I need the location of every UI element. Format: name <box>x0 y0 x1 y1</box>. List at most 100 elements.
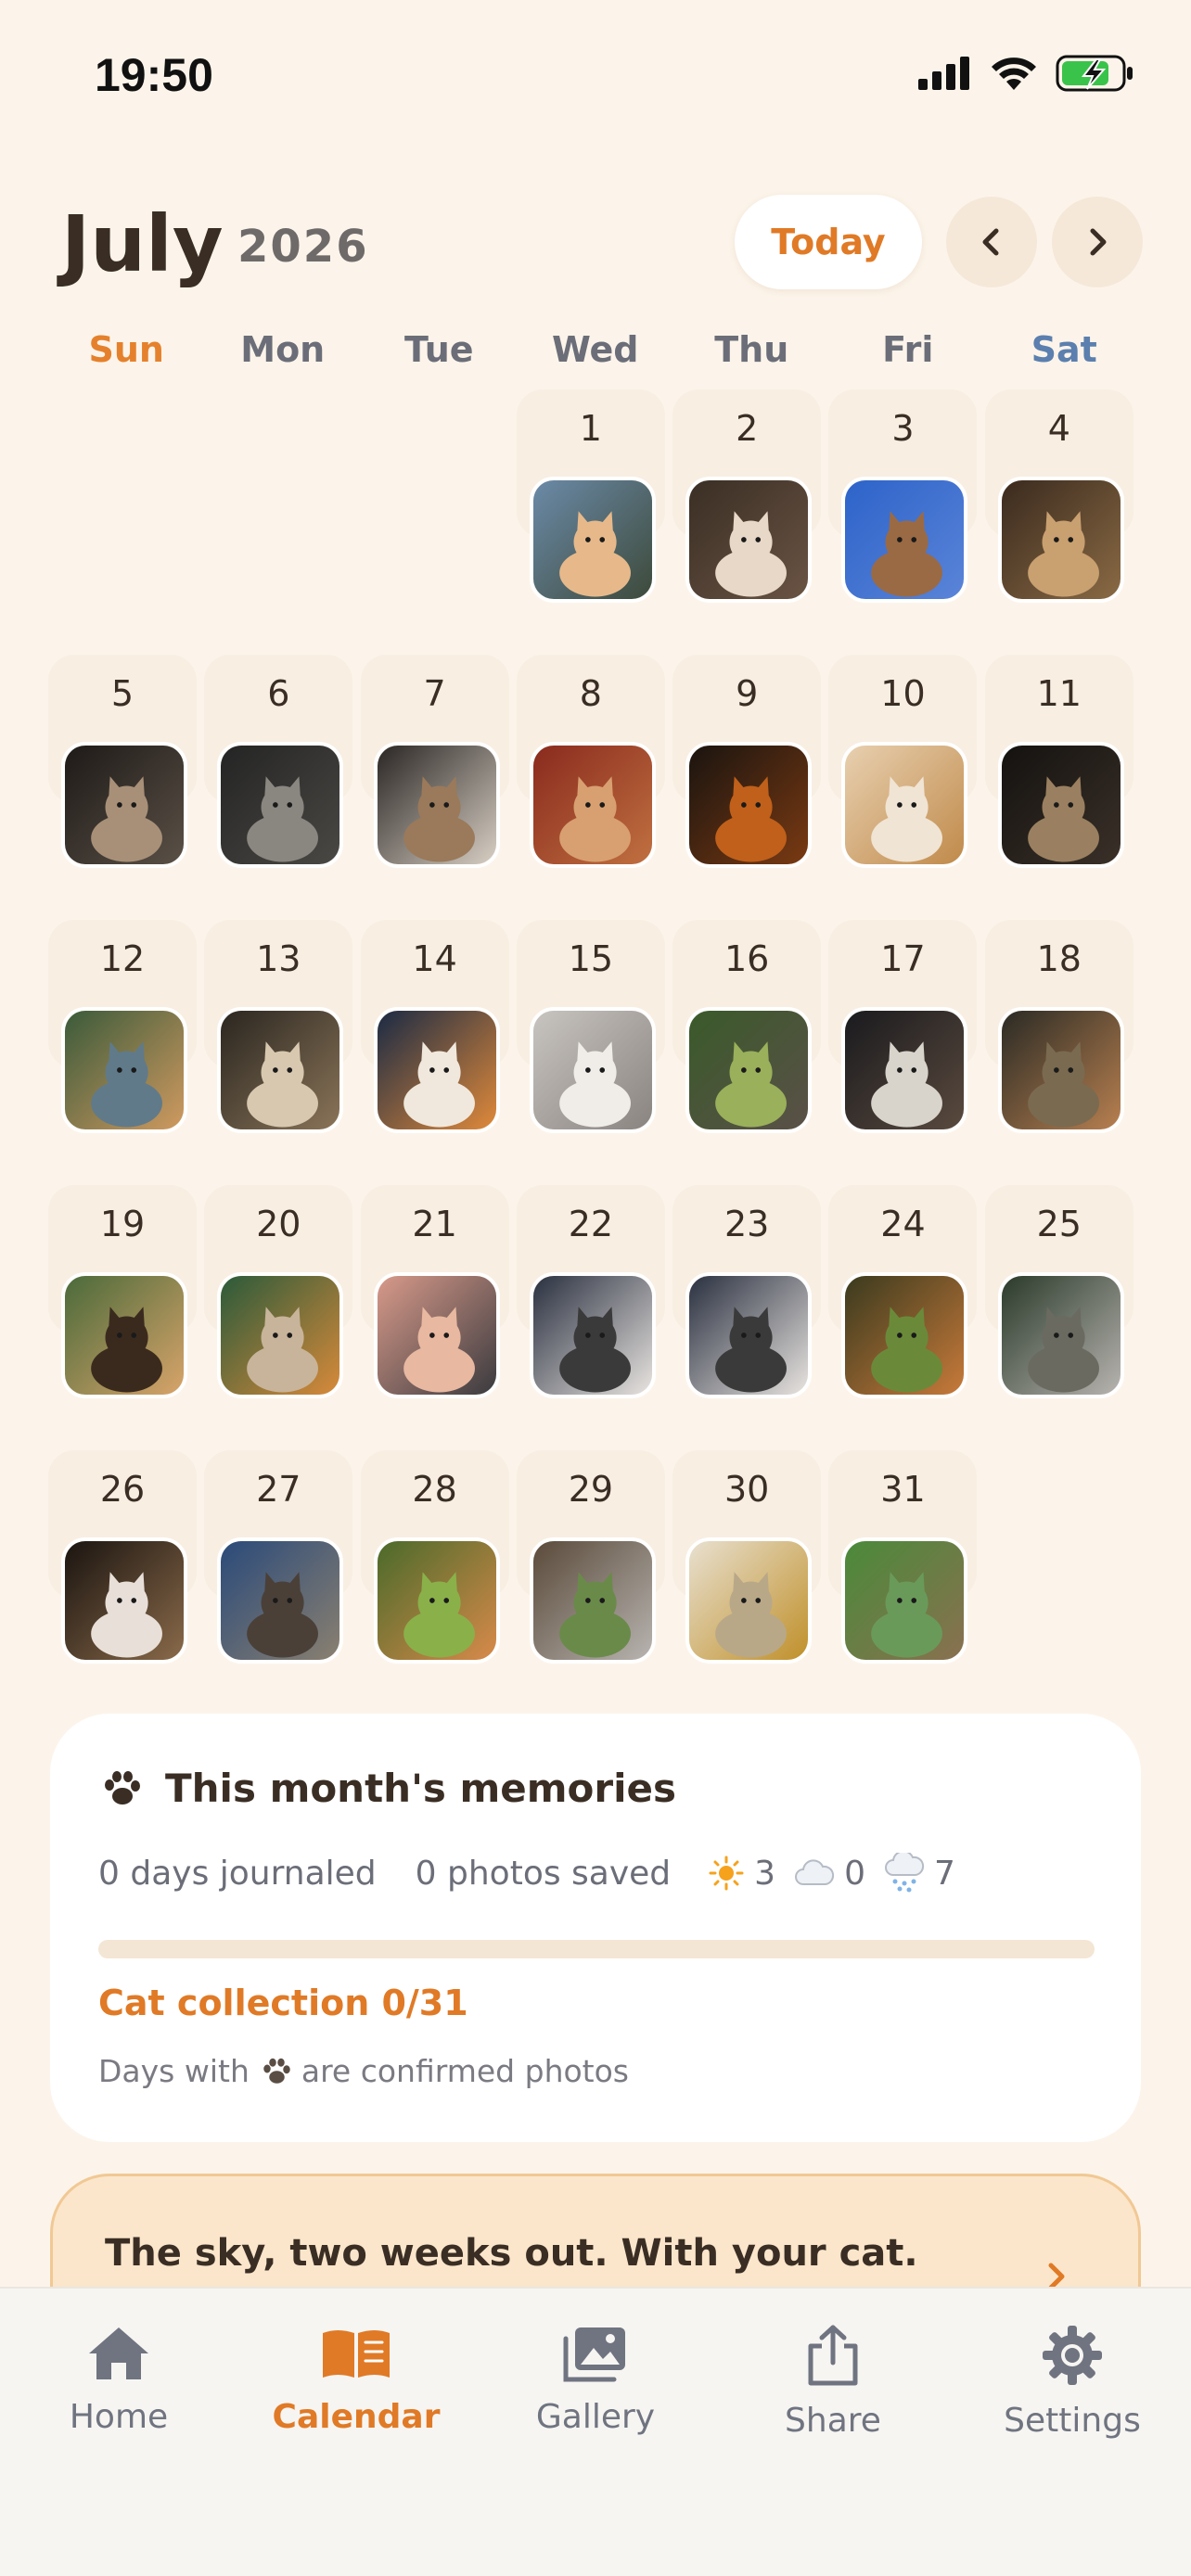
weekday-sat: Sat <box>1031 329 1097 370</box>
day-number: 18 <box>1036 938 1082 979</box>
empty-day-cell <box>361 389 509 538</box>
status-bar: 19:50 <box>0 0 1191 139</box>
memories-stats: 0 days journaled 0 photos saved 3 0 7 <box>98 1853 967 1894</box>
weekday-fri: Fri <box>882 329 934 370</box>
day-cell[interactable]: 25 <box>984 1185 1133 1398</box>
day-cell[interactable]: 23 <box>672 1185 822 1398</box>
day-cell[interactable]: 13 <box>204 920 353 1133</box>
calendar-header: July 2026 Today <box>0 185 1191 306</box>
tab-label: Settings <box>1004 2402 1141 2440</box>
year-title: 2026 <box>237 221 369 273</box>
day-cell[interactable]: 6 <box>204 655 353 868</box>
tab-label: Calendar <box>272 2398 441 2436</box>
tab-label: Share <box>785 2402 881 2440</box>
day-number: 25 <box>1036 1204 1082 1244</box>
tab-calendar[interactable]: Calendar <box>263 2324 449 2436</box>
day-cell[interactable]: 4 <box>984 389 1133 603</box>
tab-share[interactable]: Share <box>740 2324 926 2440</box>
cat-photo-thumbnail <box>529 477 656 603</box>
day-cell[interactable]: 10 <box>828 655 978 868</box>
day-cell[interactable]: 12 <box>48 920 197 1133</box>
cat-photo-thumbnail <box>841 1007 968 1133</box>
day-number: 15 <box>568 938 614 979</box>
chevron-left-icon <box>982 228 999 256</box>
weekday-header-row: Sun Mon Tue Wed Thu Fri Sat <box>48 329 1143 370</box>
day-cell[interactable]: 18 <box>984 920 1133 1133</box>
day-number: 14 <box>412 938 457 979</box>
cat-photo-thumbnail <box>373 1007 500 1133</box>
day-cell[interactable]: 20 <box>204 1185 353 1398</box>
paw-icon <box>263 2058 290 2084</box>
day-number: 7 <box>423 673 446 714</box>
cat-photo-thumbnail <box>373 1272 500 1398</box>
cat-photo-thumbnail <box>529 1272 656 1398</box>
day-cell[interactable]: 31 <box>828 1450 978 1664</box>
tab-label: Gallery <box>535 2398 656 2436</box>
cat-photo-thumbnail <box>217 1007 344 1133</box>
day-number: 13 <box>256 938 301 979</box>
cat-photo-thumbnail <box>61 742 187 868</box>
day-cell[interactable]: 1 <box>516 389 665 603</box>
tab-home[interactable]: Home <box>26 2324 211 2436</box>
day-cell[interactable]: 19 <box>48 1185 197 1398</box>
day-cell[interactable]: 17 <box>828 920 978 1133</box>
day-cell[interactable]: 8 <box>516 655 665 868</box>
day-number: 12 <box>99 938 146 979</box>
day-cell[interactable]: 16 <box>672 920 822 1133</box>
day-number: 1 <box>579 408 602 449</box>
gear-icon <box>1043 2326 1102 2385</box>
cellular-signal-icon <box>918 57 969 90</box>
snowy-count: 7 <box>933 1854 955 1893</box>
tab-bar: Home Calendar Gallery Share Settings <box>0 2287 1191 2576</box>
day-cell[interactable]: 29 <box>516 1450 665 1664</box>
cat-photo-thumbnail <box>997 1007 1124 1133</box>
day-number: 24 <box>880 1204 926 1244</box>
cat-photo-thumbnail <box>529 742 656 868</box>
day-cell[interactable]: 7 <box>360 655 509 868</box>
cloudy-count: 0 <box>844 1854 865 1893</box>
day-cell[interactable]: 24 <box>828 1185 978 1398</box>
cat-photo-thumbnail <box>61 1272 187 1398</box>
previous-month-button[interactable] <box>946 197 1037 287</box>
day-cell[interactable]: 3 <box>828 389 978 603</box>
day-cell[interactable]: 28 <box>360 1450 509 1664</box>
day-cell[interactable]: 11 <box>984 655 1133 868</box>
day-cell[interactable]: 27 <box>204 1450 353 1664</box>
day-cell[interactable]: 2 <box>672 389 822 603</box>
status-icons <box>916 54 1135 93</box>
day-cell[interactable]: 30 <box>672 1450 822 1664</box>
sunny-count: 3 <box>754 1854 776 1893</box>
note-suffix: are confirmed photos <box>301 2053 629 2089</box>
share-icon <box>808 2325 858 2386</box>
tab-gallery[interactable]: Gallery <box>503 2324 688 2436</box>
cat-photo-thumbnail <box>529 1537 656 1664</box>
tab-settings[interactable]: Settings <box>980 2324 1165 2440</box>
cat-photo-thumbnail <box>685 1007 813 1133</box>
note-prefix: Days with <box>98 2053 250 2089</box>
day-cell[interactable]: 9 <box>672 655 822 868</box>
day-number: 11 <box>1036 673 1082 714</box>
cat-collection-label: Cat collection 0/31 <box>98 1983 468 2023</box>
day-number: 21 <box>412 1204 457 1244</box>
day-number: 29 <box>568 1469 614 1510</box>
today-button[interactable]: Today <box>735 195 922 289</box>
day-cell[interactable]: 14 <box>360 920 509 1133</box>
day-number: 22 <box>568 1204 614 1244</box>
next-month-button[interactable] <box>1052 197 1143 287</box>
day-number: 8 <box>579 673 602 714</box>
day-number: 30 <box>724 1469 770 1510</box>
day-cell[interactable]: 15 <box>516 920 665 1133</box>
day-cell[interactable]: 26 <box>48 1450 197 1664</box>
weekday-tue: Tue <box>403 329 474 370</box>
day-cell[interactable]: 21 <box>360 1185 509 1398</box>
cat-photo-thumbnail <box>217 1272 344 1398</box>
cat-photo-thumbnail <box>685 1537 813 1664</box>
empty-day-cell <box>204 389 352 538</box>
wifi-icon <box>992 57 1036 90</box>
cat-photo-thumbnail <box>373 1537 500 1664</box>
days-journaled: 0 days journaled <box>98 1854 377 1893</box>
day-cell[interactable]: 22 <box>516 1185 665 1398</box>
weekday-mon: Mon <box>240 329 326 370</box>
weekday-sun: Sun <box>88 329 164 370</box>
day-cell[interactable]: 5 <box>48 655 197 868</box>
